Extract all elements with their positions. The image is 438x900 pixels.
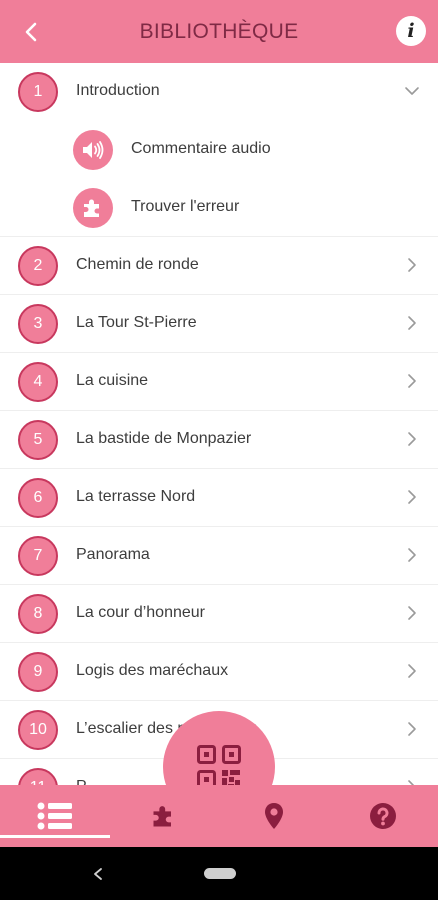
chevron-right-icon	[408, 664, 416, 678]
app-header: BIBLIOTHÈQUE i	[0, 0, 438, 63]
map-pin-icon	[264, 803, 283, 829]
item-label: La cour d’honneur	[76, 604, 205, 621]
subitem-find-error[interactable]: Trouver l'erreur	[0, 179, 438, 237]
item-number-badge: 5	[18, 420, 58, 460]
list-item[interactable]: 8 La cour d’honneur	[0, 585, 438, 643]
tab-puzzle[interactable]	[110, 785, 220, 847]
qr-code-icon	[197, 745, 241, 789]
puzzle-icon	[73, 188, 113, 228]
chevron-right-icon	[408, 374, 416, 388]
system-nav-bar	[0, 847, 438, 900]
subitem-label: Trouver l'erreur	[131, 198, 240, 215]
item-label: La Tour St-Pierre	[76, 314, 197, 331]
system-home-pill[interactable]	[204, 868, 236, 879]
list-item[interactable]: 5 La bastide de Monpazier	[0, 411, 438, 469]
chevron-down-icon	[405, 87, 419, 95]
item-number-badge: 4	[18, 362, 58, 402]
item-number-badge: 6	[18, 478, 58, 518]
item-number-badge: 9	[18, 652, 58, 692]
item-label: Introduction	[76, 82, 160, 99]
chevron-right-icon	[408, 258, 416, 272]
item-number-badge: 10	[18, 710, 58, 750]
chevron-right-icon	[408, 548, 416, 562]
chevron-right-icon	[408, 606, 416, 620]
chevron-right-icon	[408, 316, 416, 330]
item-number-badge: 1	[18, 72, 58, 112]
subitem-audio-commentary[interactable]: Commentaire audio	[0, 121, 438, 179]
help-icon	[370, 803, 397, 829]
item-number-badge: 11	[18, 768, 58, 785]
list-item[interactable]: 2 Chemin de ronde	[0, 237, 438, 295]
chevron-right-icon	[408, 432, 416, 446]
item-label: La cuisine	[76, 372, 149, 389]
info-button[interactable]: i	[396, 16, 426, 46]
chevron-right-icon	[408, 490, 416, 504]
list-item[interactable]: 6 La terrasse Nord	[0, 469, 438, 527]
list-item[interactable]: 4 La cuisine	[0, 353, 438, 411]
item-label: Logis des maréchaux	[76, 662, 229, 679]
item-number-badge: 8	[18, 594, 58, 634]
item-number-badge: 2	[18, 246, 58, 286]
item-label: La terrasse Nord	[76, 488, 196, 505]
info-icon: i	[407, 20, 415, 42]
item-number-badge: 7	[18, 536, 58, 576]
tab-list[interactable]	[0, 785, 110, 847]
item-label: Chemin de ronde	[76, 256, 199, 273]
chapter-list[interactable]: 1 Introduction Commentaire audio Trouver…	[0, 63, 438, 785]
chevron-right-icon	[408, 722, 416, 736]
tab-map[interactable]	[219, 785, 329, 847]
subitem-label: Commentaire audio	[131, 140, 271, 157]
list-item[interactable]: 7 Panorama	[0, 527, 438, 585]
item-label: La bastide de Monpazier	[76, 430, 252, 447]
item-number-badge: 3	[18, 304, 58, 344]
system-back-icon[interactable]	[92, 867, 104, 881]
puzzle-icon	[153, 806, 172, 827]
bottom-tab-bar	[0, 785, 438, 847]
list-item-introduction[interactable]: 1 Introduction	[0, 63, 438, 121]
list-item[interactable]: 3 La Tour St-Pierre	[0, 295, 438, 353]
item-label: Panorama	[76, 546, 150, 563]
list-item[interactable]: 9 Logis des maréchaux	[0, 643, 438, 701]
speaker-icon	[73, 130, 113, 170]
item-label: P	[76, 778, 87, 785]
page-title: BIBLIOTHÈQUE	[139, 20, 299, 43]
tab-help[interactable]	[329, 785, 438, 847]
list-icon	[37, 802, 72, 830]
